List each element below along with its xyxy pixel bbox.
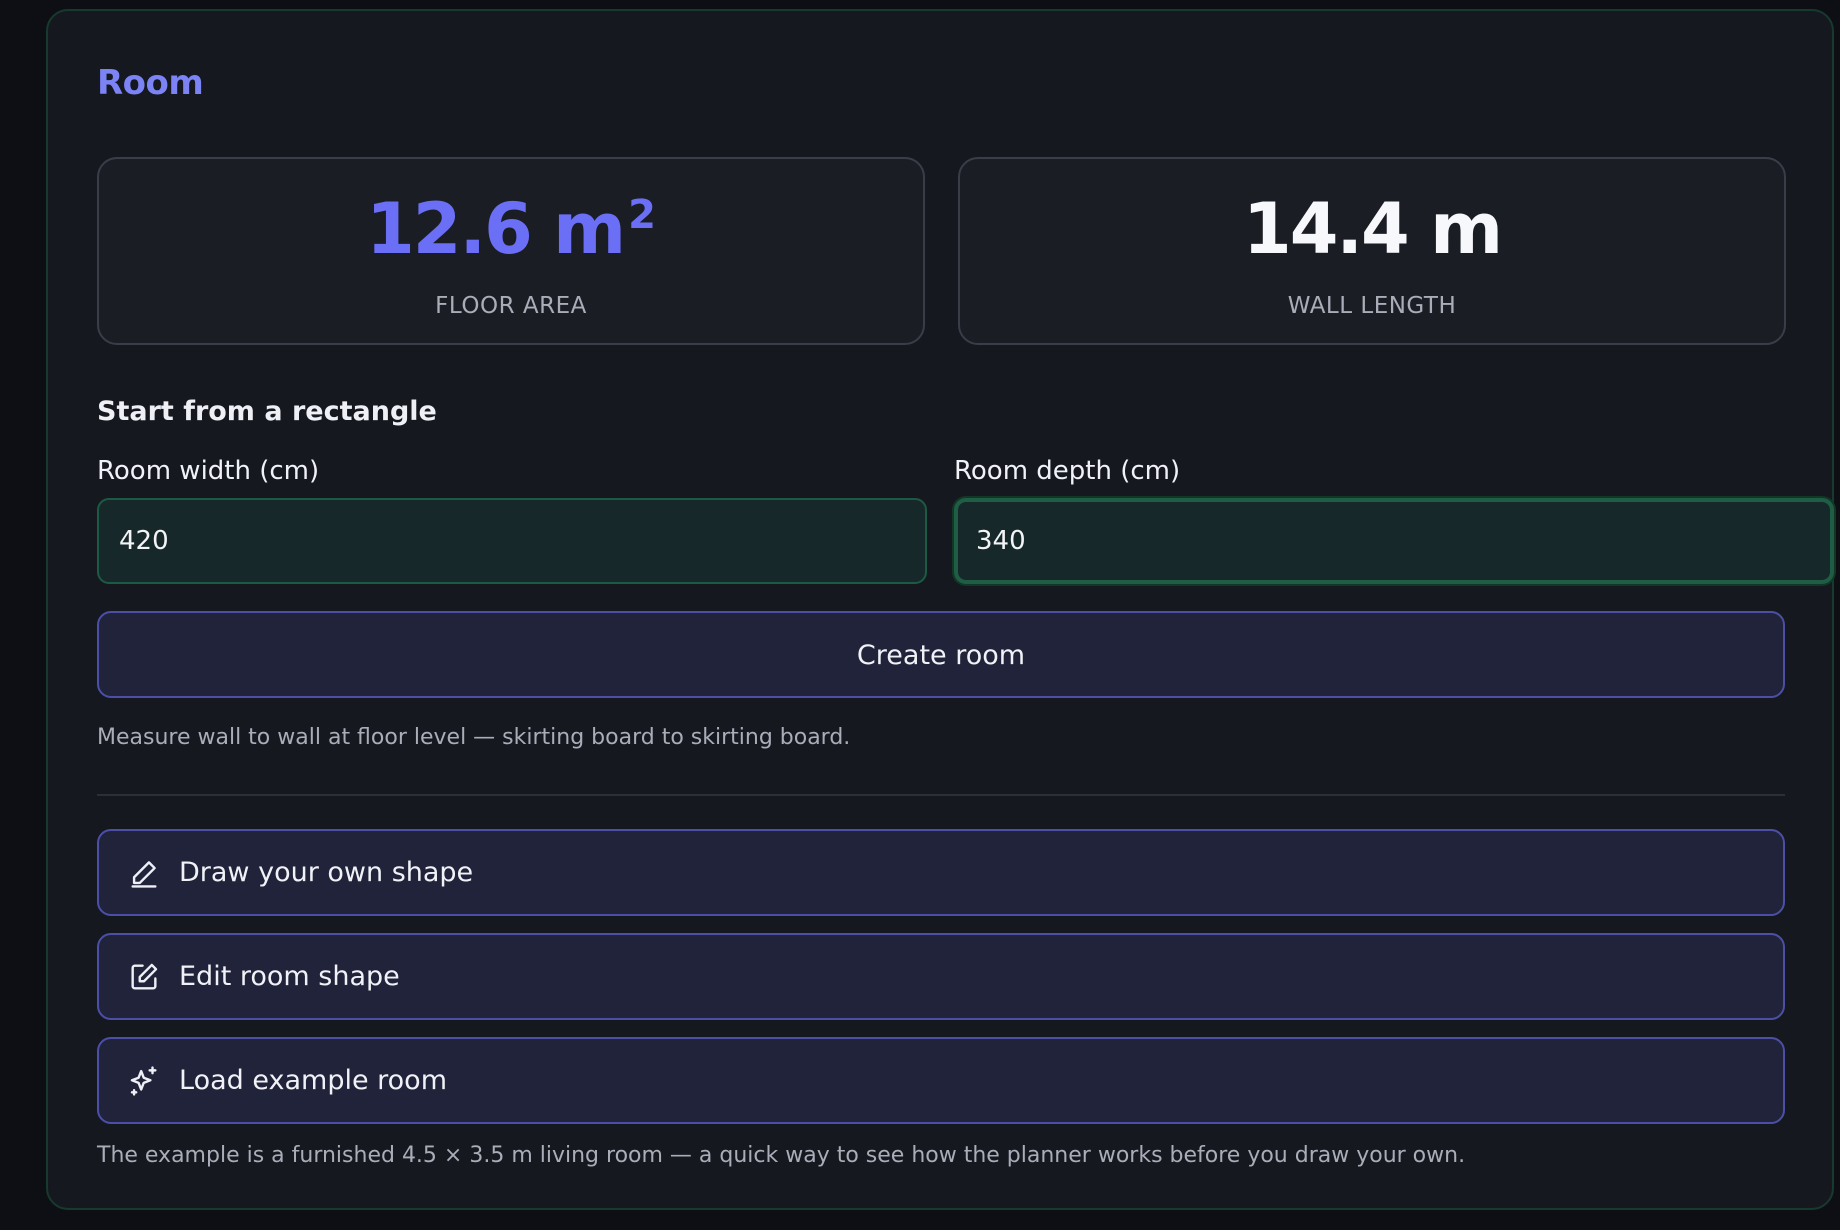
floor-area-unit-superscript: 2 [628, 192, 656, 238]
wall-length-label: WALL LENGTH [1287, 293, 1457, 319]
draw-shape-label: Draw your own shape [179, 857, 474, 888]
create-room-button[interactable]: Create room [97, 611, 1785, 698]
edit-room-shape-button[interactable]: Edit room shape [97, 933, 1785, 1020]
edit-square-icon [131, 963, 158, 990]
edit-room-shape-label: Edit room shape [179, 961, 400, 992]
draw-shape-button[interactable]: Draw your own shape [97, 829, 1785, 916]
room-depth-label: Room depth (cm) [954, 456, 1181, 486]
section-divider [97, 794, 1785, 796]
floor-area-value: 12.6 m2 [99, 189, 923, 269]
room-width-input[interactable] [97, 498, 927, 584]
room-panel: Room 12.6 m2 FLOOR AREA 14.4 m WALL LENG… [46, 9, 1834, 1210]
rectangle-section-heading: Start from a rectangle [97, 396, 437, 427]
floor-area-number: 12.6 m [366, 188, 626, 270]
measure-hint: Measure wall to wall at floor level — sk… [97, 725, 851, 750]
wall-length-card: 14.4 m WALL LENGTH [958, 157, 1786, 345]
load-example-room-label: Load example room [179, 1065, 447, 1096]
load-example-room-button[interactable]: Load example room [97, 1037, 1785, 1124]
panel-title: Room [97, 63, 204, 103]
pencil-icon [131, 860, 157, 888]
room-depth-input[interactable] [954, 498, 1834, 584]
floor-area-label: FLOOR AREA [435, 293, 587, 319]
floor-area-card: 12.6 m2 FLOOR AREA [97, 157, 925, 345]
room-width-label: Room width (cm) [97, 456, 320, 486]
example-hint: The example is a furnished 4.5 × 3.5 m l… [97, 1143, 1466, 1168]
wall-length-value: 14.4 m [1242, 188, 1503, 270]
sparkles-icon [130, 1065, 157, 1096]
